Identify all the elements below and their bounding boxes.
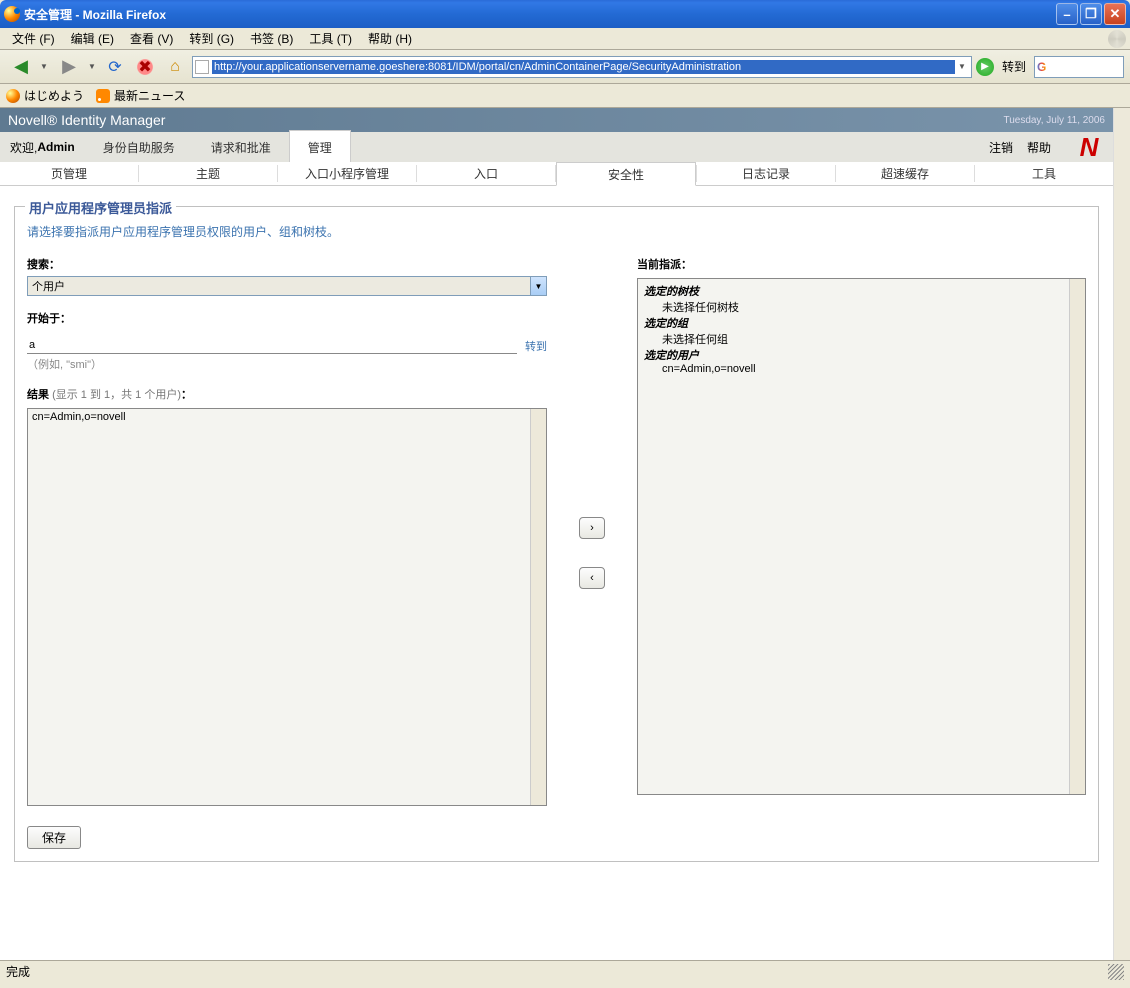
menu-bookmarks[interactable]: 书签 (B) xyxy=(242,28,301,49)
selected-group-value: 未选择任何组 xyxy=(644,331,1065,347)
menu-go[interactable]: 转到 (G) xyxy=(181,28,242,49)
menu-tools[interactable]: 工具 (T) xyxy=(301,28,360,49)
bookmark-label: はじめよう xyxy=(24,87,84,104)
example-hint: （例如, "smi"） xyxy=(27,356,547,372)
welcome-row: 欢迎, Admin 身份自助服务 请求和批准 管理 注销 帮助 N xyxy=(0,132,1113,162)
scrollbar[interactable] xyxy=(1069,279,1085,794)
current-assign-label: 当前指派： xyxy=(637,256,1086,272)
selected-tree-value: 未选择任何树枝 xyxy=(644,299,1065,315)
save-button[interactable]: 保存 xyxy=(27,826,81,849)
status-text: 完成 xyxy=(6,963,30,980)
bookmark-getting-started[interactable]: はじめよう xyxy=(6,87,84,104)
tab-admin[interactable]: 管理 xyxy=(289,130,351,162)
search-go-link[interactable]: 转到 xyxy=(525,338,547,354)
throbber-icon xyxy=(1108,30,1126,48)
novell-logo: N xyxy=(1065,132,1113,162)
search-box[interactable]: G xyxy=(1034,56,1124,78)
result-item[interactable]: cn=Admin,o=novell xyxy=(32,411,526,423)
subnav-page-mgmt[interactable]: 页管理 xyxy=(0,162,138,185)
selected-user-value[interactable]: cn=Admin,o=novell xyxy=(644,363,1065,375)
close-button[interactable]: ✕ xyxy=(1104,3,1126,25)
novell-header: Novell® Identity Manager Tuesday, July 1… xyxy=(0,108,1113,132)
remove-arrow-button[interactable]: ‹ xyxy=(579,567,605,589)
subnav-theme[interactable]: 主题 xyxy=(139,162,277,185)
chevron-down-icon: ▼ xyxy=(530,277,546,295)
current-assignments-box[interactable]: 选定的树枝 未选择任何树枝 选定的组 未选择任何组 选定的用户 cn=Admin… xyxy=(637,278,1086,795)
go-button[interactable]: ▶ xyxy=(976,58,994,76)
search-label: 搜索： xyxy=(27,256,547,272)
url-dropdown[interactable]: ▼ xyxy=(955,62,969,71)
maximize-button[interactable]: ❐ xyxy=(1080,3,1102,25)
subnav-portal[interactable]: 入口 xyxy=(417,162,555,185)
brand-name: Novell® Identity Manager xyxy=(8,112,165,128)
menubar: 文件 (F) 编辑 (E) 查看 (V) 转到 (G) 书签 (B) 工具 (T… xyxy=(0,28,1130,50)
statusbar: 完成 xyxy=(0,960,1130,982)
welcome-prefix: 欢迎, xyxy=(10,139,37,156)
subnav-tools[interactable]: 工具 xyxy=(975,162,1113,185)
tab-self-service[interactable]: 身份自助服务 xyxy=(85,131,193,162)
page-scrollbar[interactable] xyxy=(1113,108,1130,960)
reload-button[interactable]: ⟳ xyxy=(102,54,128,80)
menu-edit[interactable]: 编辑 (E) xyxy=(63,28,122,49)
minimize-button[interactable]: – xyxy=(1056,3,1078,25)
admin-assignment-panel: 用户应用程序管理员指派 请选择要指派用户应用程序管理员权限的用户、组和树枝。 搜… xyxy=(14,206,1099,862)
menu-view[interactable]: 查看 (V) xyxy=(122,28,181,49)
results-listbox[interactable]: cn=Admin,o=novell xyxy=(27,408,547,806)
back-dropdown[interactable]: ▼ xyxy=(40,62,50,71)
content-area: Novell® Identity Manager Tuesday, July 1… xyxy=(0,108,1130,960)
header-date: Tuesday, July 11, 2006 xyxy=(1003,115,1105,126)
menu-help[interactable]: 帮助 (H) xyxy=(360,28,420,49)
bookmark-latest-news[interactable]: 最新ニュース xyxy=(96,87,185,104)
panel-legend: 用户应用程序管理员指派 xyxy=(25,198,176,217)
rss-icon xyxy=(96,89,110,103)
logout-link[interactable]: 注销 xyxy=(989,139,1013,156)
subnav-logging[interactable]: 日志记录 xyxy=(697,162,835,185)
bookmark-label: 最新ニュース xyxy=(114,87,185,104)
back-button[interactable]: ◀ xyxy=(6,52,36,82)
firefox-icon xyxy=(6,89,20,103)
resize-grip[interactable] xyxy=(1108,964,1124,980)
welcome-user: Admin xyxy=(37,140,74,154)
firefox-icon xyxy=(4,6,20,22)
subnav-security[interactable]: 安全性 xyxy=(556,162,696,186)
subnav-cache[interactable]: 超速缓存 xyxy=(836,162,974,185)
subnav: 页管理 主题 入口小程序管理 入口 安全性 日志记录 超速缓存 工具 xyxy=(0,162,1113,186)
subnav-portlet[interactable]: 入口小程序管理 xyxy=(278,162,416,185)
go-label: 转到 xyxy=(998,58,1030,75)
url-text[interactable]: http://your.applicationservername.goeshe… xyxy=(212,60,955,74)
add-arrow-button[interactable]: › xyxy=(579,517,605,539)
window-titlebar: 安全管理 - Mozilla Firefox – ❐ ✕ xyxy=(0,0,1130,28)
starts-with-label: 开始于： xyxy=(27,310,547,326)
tab-requests[interactable]: 请求和批准 xyxy=(193,131,289,162)
site-icon xyxy=(195,60,209,74)
instruction-text: 请选择要指派用户应用程序管理员权限的用户、组和树枝。 xyxy=(27,223,1086,240)
window-title: 安全管理 - Mozilla Firefox xyxy=(24,6,166,23)
search-type-select[interactable]: 个用户 ▼ xyxy=(27,276,547,296)
home-button[interactable]: ⌂ xyxy=(162,54,188,80)
results-label: 结果 (显示 1 到 1，共 1 个用户)： xyxy=(27,386,547,402)
stop-button[interactable]: ✖ xyxy=(132,54,158,80)
header-links: 注销 帮助 xyxy=(975,132,1065,162)
selected-tree-heading: 选定的树枝 xyxy=(644,283,1065,299)
toolbar: ◀ ▼ ▶ ▼ ⟳ ✖ ⌂ http://your.applicationser… xyxy=(0,50,1130,84)
selected-group-heading: 选定的组 xyxy=(644,315,1065,331)
selected-user-heading: 选定的用户 xyxy=(644,347,1065,363)
bookmarks-bar: はじめよう 最新ニュース xyxy=(0,84,1130,108)
menu-file[interactable]: 文件 (F) xyxy=(4,28,63,49)
scrollbar[interactable] xyxy=(530,409,546,805)
forward-button[interactable]: ▶ xyxy=(54,52,84,82)
forward-dropdown[interactable]: ▼ xyxy=(88,62,98,71)
starts-with-input[interactable] xyxy=(27,336,517,354)
welcome-text: 欢迎, Admin xyxy=(0,132,85,162)
google-icon: G xyxy=(1037,60,1051,74)
help-link[interactable]: 帮助 xyxy=(1027,139,1051,156)
url-bar[interactable]: http://your.applicationservername.goeshe… xyxy=(192,56,972,78)
select-value: 个用户 xyxy=(32,278,65,294)
